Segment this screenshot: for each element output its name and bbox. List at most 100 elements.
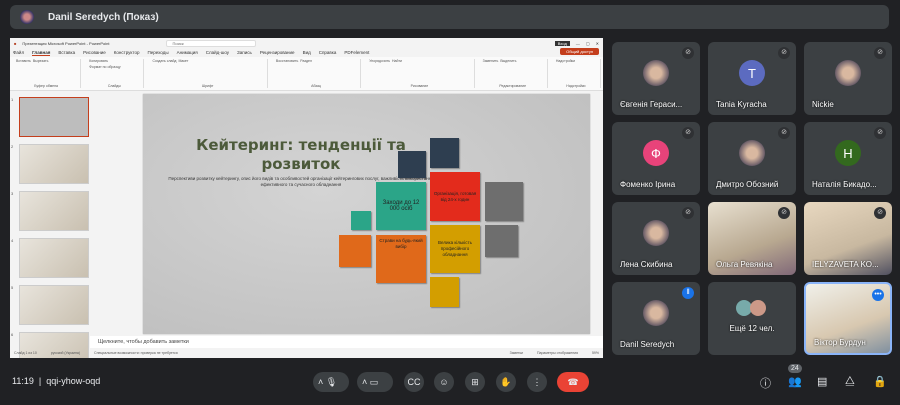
block-navy-top — [430, 138, 459, 168]
ribbon-group: Надстройки Надстройки — [552, 59, 601, 88]
ribbon-button[interactable]: Вставить — [16, 59, 31, 63]
ppt-titlebar: ■ Презентация Microsoft PowerPoint - Pow… — [10, 38, 603, 48]
notes-button[interactable]: Заметки — [510, 351, 523, 356]
slide-thumbnail[interactable] — [19, 191, 89, 231]
participant-tile[interactable]: ••• Віктор Бурдун — [804, 282, 892, 355]
tab-1[interactable]: Главная — [32, 50, 51, 56]
display-settings-button[interactable]: Параметры отображения — [537, 351, 578, 356]
participant-tile[interactable]: T ⊘ Tania Kyracha — [708, 42, 796, 115]
participant-tile[interactable]: ⊘ Євгенія Гераси... — [612, 42, 700, 115]
signin-button[interactable]: Вход — [554, 40, 570, 46]
window-title: Презентация Microsoft PowerPoint - Power… — [22, 40, 110, 46]
slide-number: 2 — [11, 144, 14, 149]
ribbon-button[interactable]: Найти — [392, 59, 402, 63]
leave-call-button[interactable]: ☎ — [557, 372, 589, 392]
tab-6[interactable]: Анимация — [177, 50, 198, 55]
participant-tile[interactable]: ⊘ Nickie — [804, 42, 892, 115]
camera-options-button[interactable]: ˄ ▭ — [357, 372, 393, 392]
present-button[interactable]: ⊞ — [465, 372, 485, 392]
participant-tile[interactable]: ⦀ Danil Seredych — [612, 282, 700, 355]
ribbon-button[interactable]: Копировать — [89, 59, 108, 63]
ribbon-button[interactable]: Вырезать — [33, 59, 49, 63]
close-icon[interactable]: ✕ — [596, 41, 599, 46]
presenter-title: Danil Seredych (Показ) — [48, 11, 159, 23]
participant-count-badge: 24 — [788, 364, 802, 373]
ribbon-button[interactable]: Выделить — [500, 59, 516, 63]
block-orange-small — [339, 235, 371, 267]
mic-options-button[interactable]: ˄ 🎙 — [313, 372, 349, 392]
mic-muted-icon: ⊘ — [682, 127, 694, 139]
tab-9[interactable]: Рецензирование — [260, 50, 295, 55]
tab-2[interactable]: Вставка — [58, 50, 75, 55]
avatar-photo — [835, 60, 861, 86]
mic-muted-icon: ⊘ — [682, 47, 694, 59]
block-navy-small — [398, 151, 426, 178]
ribbon-button[interactable]: Заменить — [483, 59, 499, 63]
ribbon-group: Копировать Формат по образцу Слайды — [85, 59, 145, 88]
meeting-details-icon[interactable]: ⓘ — [760, 375, 771, 391]
tab-3[interactable]: Рисование — [83, 50, 106, 55]
mic-muted-icon: ⊘ — [874, 47, 886, 59]
ribbon-button[interactable]: Создать слайд — [152, 59, 176, 63]
slide-thumbnail[interactable] — [19, 238, 89, 278]
more-options-icon[interactable]: ••• — [872, 289, 884, 301]
captions-button[interactable]: CC — [404, 372, 424, 392]
mic-muted-icon: ⊘ — [778, 127, 790, 139]
mic-muted-icon: ⊘ — [778, 207, 790, 219]
activities-icon[interactable]: ⧋ — [845, 375, 855, 388]
hang-up-icon: ☎ — [567, 377, 579, 387]
tab-4[interactable]: Конструктор — [114, 50, 140, 55]
participant-name: Віктор Бурдун — [814, 338, 866, 347]
participant-tile[interactable]: ⊘ IELYZAVETA KO... — [804, 202, 892, 275]
save-icon[interactable]: ■ — [14, 41, 16, 46]
tab-10[interactable]: Вид — [303, 50, 311, 55]
ribbon-group: Восстановить Раздел Абзац — [272, 59, 362, 88]
tab-11[interactable]: Справка — [319, 50, 337, 55]
ribbon-group: Заменить Выделить Редактирование — [479, 59, 548, 88]
ribbon: Вставить Вырезать Буфер обмена Копировать Фо… — [10, 57, 603, 91]
participant-tile[interactable]: ⊘ Лена Скибина — [612, 202, 700, 275]
participant-tile[interactable]: Ещё 12 чел. — [708, 282, 796, 355]
meeting-code: qqi-yhow-oqd — [46, 376, 101, 386]
participant-tile[interactable]: ⊘ Ольга Ревякіна — [708, 202, 796, 275]
search-input[interactable]: Поиск — [165, 39, 256, 47]
tab-12[interactable]: PDFelement — [344, 50, 369, 55]
notes-field[interactable]: Щелкните, чтобы добавить заметки — [90, 336, 603, 348]
chat-icon[interactable]: ▤ — [817, 375, 827, 388]
participant-tile[interactable]: Н ⊘ Наталія Бикадо... — [804, 122, 892, 195]
ribbon-button[interactable]: Формат по образцу — [89, 65, 120, 69]
participant-tile[interactable]: ⊘ Дмитро Обозний — [708, 122, 796, 195]
tab-7[interactable]: Слайд-шоу — [206, 50, 229, 55]
ribbon-group-label: Буфер обмена — [34, 84, 59, 88]
tab-5[interactable]: Переходы — [147, 50, 168, 55]
slide-number: 3 — [11, 191, 14, 196]
tab-8[interactable]: Запись — [237, 50, 252, 55]
slide-number: 5 — [11, 285, 14, 290]
tab-0[interactable]: Файл — [13, 50, 24, 55]
ribbon-group-label: Надстройки — [566, 84, 586, 88]
block-teal: Заходи до 12 000 осіб — [376, 182, 426, 230]
participant-name: Лена Скибина — [620, 260, 673, 269]
accessibility-status[interactable]: Специальные возможности: проверка не тре… — [94, 351, 178, 356]
minimize-icon[interactable]: — — [576, 41, 580, 46]
ribbon-button[interactable]: Макет — [178, 59, 188, 63]
slide-thumbnail[interactable] — [19, 285, 89, 325]
host-controls-icon[interactable]: 🔒 — [873, 375, 887, 388]
avatar-initial: Ф — [643, 140, 669, 166]
share-button[interactable]: Общий доступ — [560, 48, 599, 55]
maximize-icon[interactable]: ▢ — [586, 41, 590, 46]
more-options-button[interactable]: ⋮ — [527, 372, 547, 392]
ribbon-button[interactable]: Восстановить — [276, 59, 298, 63]
ribbon-button[interactable]: Надстройки — [556, 59, 575, 63]
reactions-button[interactable]: ☺ — [434, 372, 454, 392]
ribbon-button[interactable]: Упорядочить — [369, 59, 390, 63]
participant-tile[interactable]: Ф ⊘ Фоменко Ірина — [612, 122, 700, 195]
present-icon: ⊞ — [471, 377, 479, 387]
people-icon[interactable]: 👥 — [788, 375, 802, 388]
mic-muted-icon: ⊘ — [682, 207, 694, 219]
ribbon-button[interactable]: Раздел — [300, 59, 312, 63]
slide-thumbnail[interactable] — [19, 144, 89, 184]
raise-hand-button[interactable]: ✋ — [496, 372, 516, 392]
slide-thumbnail[interactable] — [19, 97, 89, 137]
zoom-level[interactable]: 59% — [592, 351, 599, 356]
